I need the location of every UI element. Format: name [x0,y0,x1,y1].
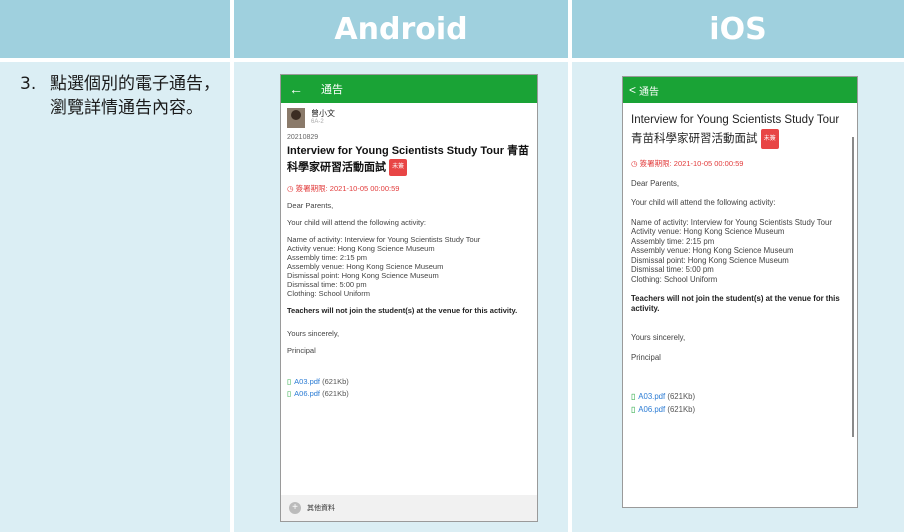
file-icon: ▯ [287,389,292,398]
more-info-button[interactable]: + 其他資料 [281,495,537,521]
sender-class: 6A-2 [311,119,324,125]
sign-deadline-text: 簽署期限: 2021-10-05 00:00:59 [639,159,744,168]
ios-notice-content: Interview for Young Scientists Study Tou… [623,103,857,414]
greeting: Dear Parents, [631,178,680,188]
attachment-name[interactable]: A06.pdf [294,389,320,398]
scrollbar[interactable] [852,137,854,437]
detail-line: Name of activity: Interview for Young Sc… [631,217,832,227]
ios-appbar: < 通告 [623,77,857,103]
notice-title: Interview for Young Scientists Study Tou… [287,144,531,176]
activity-details: Name of activity: Interview for Young Sc… [287,235,531,298]
ios-cell: < 通告 Interview for Young Scientists Stud… [572,62,904,532]
step-instruction: 3. 點選個別的電子通告，瀏覽詳情通告內容。 [20,72,220,120]
signature: Principal [287,346,316,355]
notice-title-text: Interview for Young Scientists Study Tou… [287,145,530,174]
sender-row: 曾小文 6A-2 [287,107,531,129]
step-number: 3. [20,74,37,94]
detail-line: Assembly venue: Hong Kong Science Museum [631,246,794,255]
teacher-note: Teachers will not join the student(s) at… [631,294,840,313]
detail-line: Dismissal time: 5:00 pm [287,280,367,289]
signature: Principal [631,352,661,362]
detail-line: Activity venue: Hong Kong Science Museum [287,244,435,253]
teacher-note: Teachers will not join the student(s) at… [287,306,518,315]
plus-icon: + [289,502,301,514]
header-cell-android: Android [234,0,568,58]
attachment-link[interactable]: ▯ A06.pdf (621Kb) [631,405,849,415]
notice-title-text: Interview for Young Scientists Study Tou… [631,114,840,146]
android-cell: ← 通告 曾小文 6A-2 20210829 Interview for You… [234,62,568,532]
sign-deadline: ◷ 簽署期限: 2021-10-05 00:00:59 [631,159,849,169]
closing: Yours sincerely, [287,329,340,338]
detail-line: Assembly time: 2:15 pm [287,253,368,262]
back-arrow-icon[interactable]: ← [289,81,303,97]
attachment-name[interactable]: A03.pdf [294,377,320,386]
attachment-size: (621Kb) [667,404,696,414]
unsigned-badge: 未簽 [389,159,408,176]
android-appbar-title: 通告 [321,84,343,96]
notice-title: Interview for Young Scientists Study Tou… [631,111,849,149]
attachment-list: ▯ A03.pdf (621Kb) ▯ A06.pdf (621Kb) [631,392,849,414]
greeting: Dear Parents, [287,201,334,210]
sign-deadline-text: 簽署期限: 2021-10-05 00:00:59 [295,184,400,193]
file-icon: ▯ [287,377,292,386]
step-text: 點選個別的電子通告，瀏覽詳情通告內容。 [50,74,220,118]
attachment-link[interactable]: ▯ A06.pdf (621Kb) [287,389,531,398]
intro: Your child will attend the following act… [287,218,426,227]
attachment-name[interactable]: A06.pdf [638,405,665,414]
ios-screenshot: < 通告 Interview for Young Scientists Stud… [622,76,858,508]
table-body-row: 3. 點選個別的電子通告，瀏覽詳情通告內容。 ← 通告 曾小文 6A-2 202… [0,62,904,532]
clock-icon: ◷ [287,184,294,193]
detail-line: Clothing: School Uniform [631,274,718,284]
attachment-list: ▯ A03.pdf (621Kb) ▯ A06.pdf (621Kb) [287,377,531,398]
attachment-size: (621Kb) [322,377,349,386]
more-info-label: 其他資料 [307,505,335,512]
attachment-size: (621Kb) [667,392,696,401]
sign-deadline: ◷ 簽署期限: 2021-10-05 00:00:59 [287,184,531,193]
file-icon: ▯ [631,404,636,414]
attachment-size: (621Kb) [322,389,349,398]
android-screenshot: ← 通告 曾小文 6A-2 20210829 Interview for You… [280,74,538,522]
file-icon: ▯ [631,392,636,401]
chevron-left-icon[interactable]: < [629,83,636,97]
header-cell-step [0,0,230,58]
avatar [287,108,305,128]
sender-name: 曾小文 [311,109,335,118]
table-header-row: Android iOS [0,0,904,58]
attachment-link[interactable]: ▯ A03.pdf (621Kb) [287,377,531,386]
activity-details: Name of activity: Interview for Young Sc… [631,218,849,285]
detail-line: Assembly time: 2:15 pm [631,236,715,246]
ios-appbar-title[interactable]: 通告 [639,83,659,98]
intro: Your child will attend the following act… [631,198,776,207]
detail-line: Dismissal point: Hong Kong Science Museu… [631,255,789,265]
closing: Yours sincerely, [631,333,686,342]
unsigned-badge: 未簽 [760,129,779,149]
notice-date: 20210829 [287,134,319,141]
detail-line: Dismissal point: Hong Kong Science Museu… [287,271,439,280]
clock-icon: ◷ [631,159,638,168]
detail-line: Dismissal time: 5:00 pm [631,265,714,274]
attachment-name[interactable]: A03.pdf [638,392,665,401]
detail-line: Clothing: School Uniform [287,289,370,298]
detail-line: Name of activity: Interview for Young Sc… [287,235,481,244]
header-cell-ios: iOS [572,0,904,58]
detail-line: Assembly venue: Hong Kong Science Museum [287,262,444,271]
android-notice-content: 曾小文 6A-2 20210829 Interview for Young Sc… [281,103,537,398]
detail-line: Activity venue: Hong Kong Science Museum [631,227,785,236]
attachment-link[interactable]: ▯ A03.pdf (621Kb) [631,392,849,402]
android-appbar: ← 通告 [281,75,537,103]
step-cell: 3. 點選個別的電子通告，瀏覽詳情通告內容。 [0,62,230,532]
